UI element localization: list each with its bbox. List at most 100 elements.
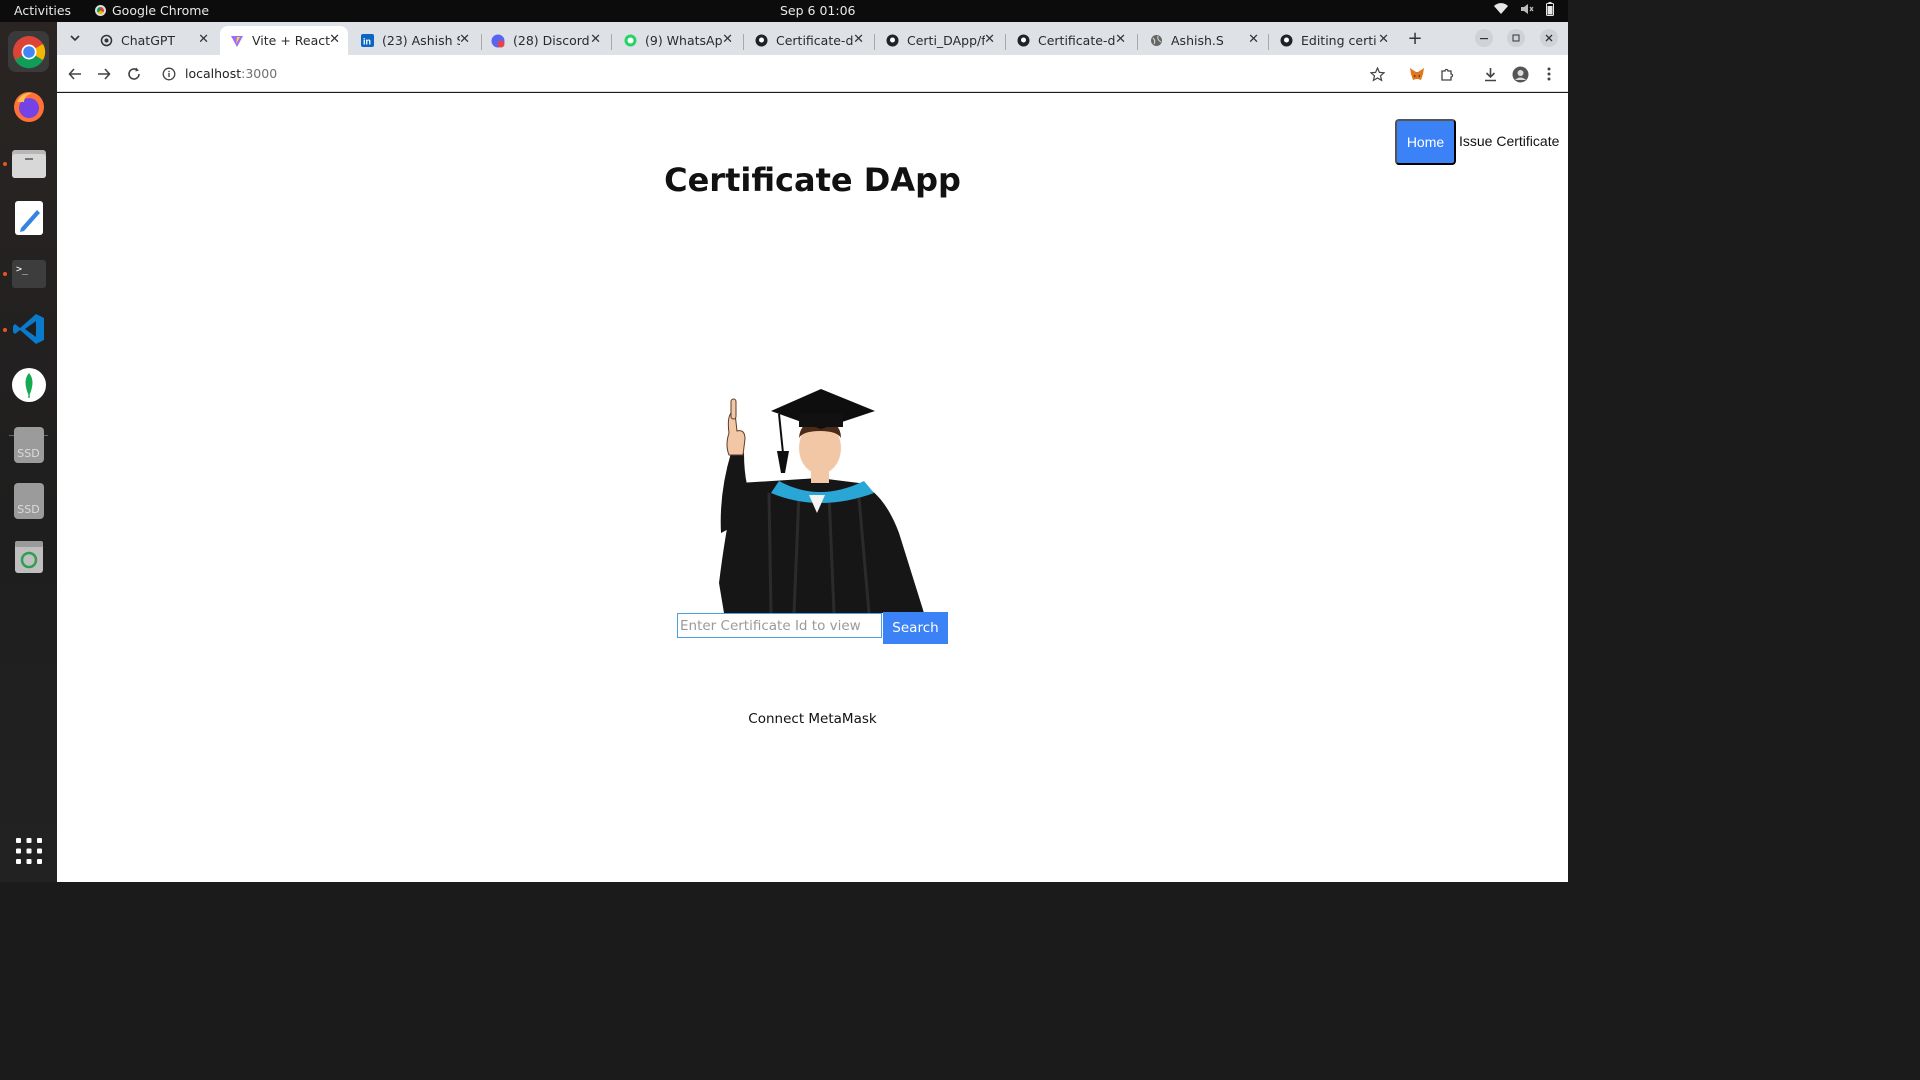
github-icon — [885, 34, 899, 48]
close-icon[interactable]: ✕ — [1115, 32, 1126, 47]
window-minimize-button[interactable] — [1474, 28, 1494, 48]
downloads-button[interactable] — [1480, 64, 1500, 84]
tab-divider — [1005, 34, 1006, 50]
tab-title: Vite + React — [252, 33, 330, 48]
vite-icon — [230, 34, 244, 48]
minimize-icon — [1475, 29, 1493, 47]
reload-icon — [128, 67, 140, 80]
tab-divider — [1268, 34, 1269, 50]
page-content: Home Issue Certificate Certificate DApp … — [57, 93, 1568, 882]
dock-chrome[interactable] — [8, 31, 49, 72]
metamask-extension-button[interactable] — [1407, 64, 1427, 84]
text-editor-icon — [14, 200, 43, 235]
new-tab-button[interactable]: + — [1405, 28, 1425, 49]
dock-ssd-drive-2[interactable]: SSD — [8, 480, 49, 521]
close-icon[interactable]: ✕ — [1378, 32, 1389, 47]
browser-toolbar: localhost:3000 — [57, 55, 1568, 92]
tab-chatgpt[interactable]: ChatGPT ✕ — [89, 26, 217, 55]
close-icon[interactable]: ✕ — [853, 32, 864, 47]
tab-title: Certificate-d — [1038, 33, 1116, 48]
tab-divider — [743, 34, 744, 50]
tab-github-editing[interactable]: Editing certi ✕ — [1269, 26, 1397, 55]
tab-vite-react[interactable]: Vite + React ✕ — [220, 26, 348, 55]
tab-github-certi-dapp[interactable]: Certi_DApp/f ✕ — [875, 26, 1003, 55]
tab-title: (28) Discord | — [513, 33, 591, 48]
connect-metamask-button[interactable]: Connect MetaMask — [57, 711, 1568, 727]
tab-github-certificate[interactable]: Certificate-d ✕ — [744, 26, 872, 55]
chrome-icon — [12, 35, 45, 68]
more-vertical-icon — [1547, 67, 1551, 81]
url-host: localhost — [185, 66, 242, 81]
nav-issue-certificate-link[interactable]: Issue Certificate — [1459, 133, 1559, 149]
close-icon[interactable]: ✕ — [198, 32, 209, 47]
tab-linkedin[interactable]: in (23) Ashish S ✕ — [350, 26, 478, 55]
page-title: Certificate DApp — [664, 161, 961, 199]
dock-ssd-drive-1[interactable]: SSD — [8, 424, 49, 465]
whatsapp-icon — [623, 34, 637, 48]
github-icon — [1016, 34, 1030, 48]
close-icon[interactable]: ✕ — [722, 32, 733, 47]
site-info-button[interactable] — [159, 64, 179, 84]
tab-discord[interactable]: (28) Discord | ✕ — [481, 26, 609, 55]
battery-icon — [1546, 2, 1554, 16]
dock-text-editor[interactable] — [8, 197, 49, 238]
forward-button[interactable] — [94, 64, 114, 84]
close-icon[interactable]: ✕ — [1248, 32, 1259, 47]
dock-files[interactable] — [8, 142, 49, 183]
app-grid-icon — [15, 837, 42, 864]
download-icon — [1484, 67, 1496, 81]
certificate-id-search-input[interactable] — [677, 613, 882, 638]
tab-ashish[interactable]: Ashish.S ✕ — [1139, 26, 1267, 55]
tab-whatsapp[interactable]: (9) WhatsApp ✕ — [613, 26, 741, 55]
system-top-bar: Activities Google Chrome Sep 6 01:06 — [0, 0, 1568, 22]
address-bar[interactable]: localhost:3000 — [185, 66, 277, 81]
star-icon — [1369, 66, 1385, 82]
app-menu[interactable]: Google Chrome — [95, 3, 209, 18]
trash-icon — [14, 540, 43, 573]
reload-button[interactable] — [124, 64, 144, 84]
close-icon[interactable]: ✕ — [459, 32, 470, 47]
dock-firefox[interactable] — [8, 86, 49, 127]
arrow-right-icon — [98, 68, 111, 80]
running-indicator — [3, 162, 7, 166]
volume-muted-icon — [1521, 4, 1534, 14]
dock-show-apps[interactable] — [8, 830, 49, 871]
clock[interactable]: Sep 6 01:06 — [780, 3, 855, 18]
drive-label: SSD — [17, 446, 40, 460]
dock-vscode[interactable] — [8, 308, 49, 349]
bookmark-button[interactable] — [1367, 64, 1387, 84]
dock-terminal[interactable]: >_ — [8, 253, 49, 294]
window-maximize-button[interactable] — [1506, 28, 1526, 48]
tab-github-certificate-2[interactable]: Certificate-d ✕ — [1006, 26, 1134, 55]
tab-title: Editing certi — [1301, 33, 1377, 48]
chrome-icon — [95, 5, 106, 16]
window-close-button[interactable] — [1539, 28, 1559, 48]
extensions-button[interactable] — [1437, 64, 1457, 84]
system-tray[interactable] — [1494, 2, 1554, 16]
dock-trash[interactable] — [8, 535, 49, 576]
close-icon[interactable]: ✕ — [984, 32, 995, 47]
tab-search-button[interactable] — [65, 28, 85, 48]
menu-button[interactable] — [1539, 64, 1559, 84]
nav-home-button[interactable]: Home — [1395, 119, 1456, 165]
running-indicator — [3, 328, 7, 332]
graduate-illustration — [719, 389, 924, 613]
info-icon — [162, 67, 176, 81]
app-name: Google Chrome — [112, 3, 210, 18]
running-indicator — [3, 272, 7, 276]
search-button[interactable]: Search — [883, 612, 948, 644]
close-icon[interactable]: ✕ — [329, 32, 340, 47]
activities-button[interactable]: Activities — [14, 3, 71, 18]
url-port: :3000 — [241, 66, 278, 81]
discord-icon — [491, 34, 505, 48]
dock-mongodb-compass[interactable] — [8, 364, 49, 405]
vscode-icon — [12, 313, 44, 344]
files-icon — [11, 149, 46, 178]
back-button[interactable] — [65, 64, 85, 84]
drive-icon: SSD — [13, 426, 44, 463]
tab-divider — [874, 34, 875, 50]
profile-button[interactable] — [1510, 64, 1530, 84]
tab-title: (23) Ashish S — [382, 33, 460, 48]
close-icon[interactable]: ✕ — [590, 32, 601, 47]
mongodb-icon — [11, 367, 46, 402]
